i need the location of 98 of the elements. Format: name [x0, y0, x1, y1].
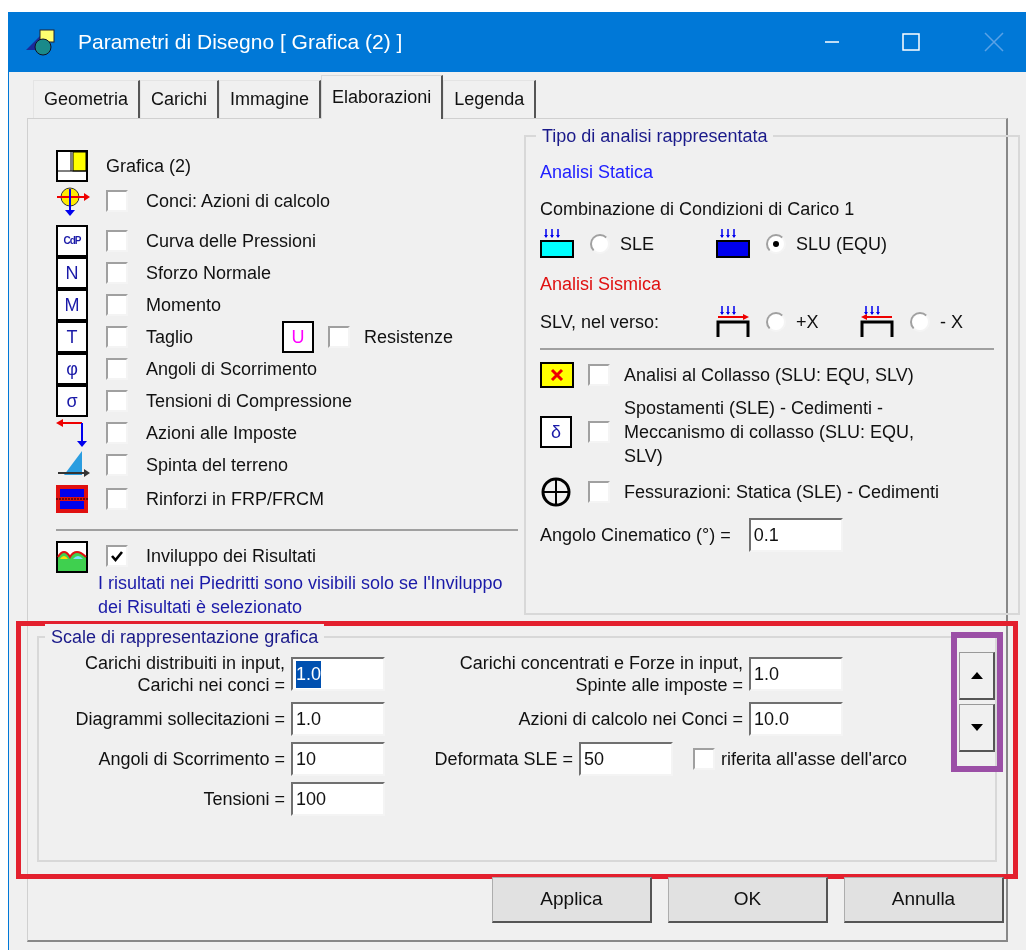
checkbox[interactable] [106, 390, 128, 412]
option-label: Sforzo Normale [146, 261, 272, 285]
radio-label: - X [940, 310, 963, 334]
option-label: Momento [146, 293, 222, 317]
radio-label: SLU (EQU) [796, 232, 887, 256]
option-label: Conci: Azioni di calcolo [146, 189, 331, 213]
checkbox[interactable] [588, 481, 610, 503]
collapse-icon [540, 362, 574, 388]
combination-label: Combinazione di Condizioni di Carico 1 [540, 198, 856, 221]
input-field[interactable]: 1.0 [291, 657, 385, 691]
scale-label: Carichi distribuiti in input, Carichi nei conci = [84, 652, 285, 696]
tab[interactable]: Carichi [140, 80, 220, 118]
checkbox[interactable] [588, 421, 610, 443]
tab[interactable]: Immagine [219, 80, 322, 118]
option-label: Tensioni di Compressione [146, 389, 353, 413]
dialog-button[interactable]: Applica [492, 877, 652, 923]
radio-label: +X [796, 310, 819, 334]
reinforcement-icon [56, 485, 88, 513]
symbol-icon: U [282, 321, 314, 353]
crosshair-icon [540, 476, 572, 508]
section-title: Analisi Statica [540, 161, 655, 184]
section-title: Analisi Sismica [540, 273, 663, 296]
radio-label: SLE [620, 232, 655, 256]
tab[interactable]: Geometria [33, 80, 141, 118]
option-label: Spinta del terreno [146, 453, 289, 477]
close-icon[interactable] [984, 32, 1004, 52]
symbol-icon: σ [56, 385, 88, 417]
checkbox[interactable] [106, 262, 128, 284]
option-label: Angoli di Scorrimento [146, 357, 318, 381]
option-label: Analisi al Collasso (SLU: EQU, SLV) [624, 364, 914, 387]
checkbox[interactable] [106, 326, 128, 348]
symbol-icon: M [56, 289, 88, 321]
drawing-name: Grafica (2) [106, 154, 192, 178]
option-label: Taglio [146, 325, 195, 349]
input-field[interactable]: 10.0 [749, 702, 843, 736]
input-field[interactable]: 10 [291, 742, 385, 776]
option-label: Inviluppo dei Risultati [146, 544, 317, 568]
load-icon [716, 229, 750, 259]
input-field[interactable]: 1.0 [291, 702, 385, 736]
scale-label: Carichi concentrati e Forze in input, Spinte alle imposte = [459, 652, 743, 696]
scale-label: Angoli di Scorrimento = [98, 748, 285, 770]
spin-up-button[interactable] [959, 652, 995, 700]
symbol-icon: T [56, 321, 88, 353]
scale-label: Diagrammi sollecitazioni = [75, 708, 285, 730]
radio-button[interactable] [590, 234, 610, 254]
input-field[interactable]: 1.0 [749, 657, 843, 691]
checkbox[interactable] [106, 230, 128, 252]
segment-forces-icon [56, 185, 90, 217]
maximize-icon[interactable] [902, 33, 920, 51]
dialog-button[interactable]: Annulla [844, 877, 1004, 923]
option-label: Curva delle Pressioni [146, 229, 317, 253]
input-field[interactable]: 0.1 [748, 518, 843, 552]
app-icon [26, 28, 58, 56]
up-arrow-icon [970, 672, 983, 679]
radio-button[interactable] [766, 234, 786, 254]
dialog-button[interactable]: OK [668, 877, 828, 923]
checkbox[interactable] [106, 294, 128, 316]
scale-label: Azioni di calcolo nei Conci = [518, 708, 743, 730]
option-label: Spostamenti (SLE) - Cedimenti - Meccanismo di collasso (SLU: EQU, SLV) [624, 397, 916, 468]
angle-label: Angolo Cinematico (°) = [540, 523, 731, 547]
envelope-note: I risultati nei Piedritti sono visibili solo se l'Inviluppo dei Risultati è selezionato [98, 572, 504, 619]
checkbox[interactable] [106, 488, 128, 510]
tab[interactable]: Legenda [443, 80, 537, 118]
window-title: Parametri di Disegno [ Grafica (2) ] [78, 29, 404, 56]
checkbox[interactable] [106, 358, 128, 380]
window-icon [56, 150, 88, 182]
option-label: Resistenze [364, 325, 454, 349]
checkbox[interactable] [106, 454, 128, 476]
symbol-icon: φ [56, 353, 88, 385]
input-field[interactable]: 100 [291, 782, 385, 816]
checkbox[interactable] [328, 326, 350, 348]
seismic-load-icon [716, 306, 750, 338]
arrows-icon [56, 417, 90, 449]
option-label: Fessurazioni: Statica (SLE) - Cedimenti [624, 481, 941, 504]
check-icon [110, 549, 124, 563]
checkbox[interactable] [693, 748, 715, 770]
radio-button[interactable] [910, 312, 930, 332]
checkbox[interactable] [106, 190, 128, 212]
option-label: Azioni alle Imposte [146, 421, 298, 445]
option-label: Rinforzi in FRP/FRCM [146, 487, 324, 511]
envelope-chart-icon [56, 541, 88, 573]
tab[interactable]: Elaborazioni [321, 75, 444, 119]
scale-label: Deformata SLE = [434, 748, 573, 770]
option-label: riferita all'asse dell'arco [721, 747, 907, 771]
down-arrow-icon [970, 724, 983, 731]
input-field[interactable]: 50 [579, 742, 673, 776]
checkbox[interactable] [106, 422, 128, 444]
radio-button[interactable] [766, 312, 786, 332]
symbol-icon: δ [540, 416, 572, 448]
symbol-icon: CdP [56, 225, 88, 257]
seismic-load-icon [860, 306, 894, 338]
checkbox[interactable] [588, 364, 610, 386]
load-icon [540, 229, 574, 259]
direction-label: SLV, nel verso: [540, 310, 661, 334]
scale-label: Tensioni = [203, 788, 285, 810]
symbol-icon: N [56, 257, 88, 289]
checkbox[interactable] [106, 545, 128, 567]
spin-down-button[interactable] [959, 704, 995, 752]
